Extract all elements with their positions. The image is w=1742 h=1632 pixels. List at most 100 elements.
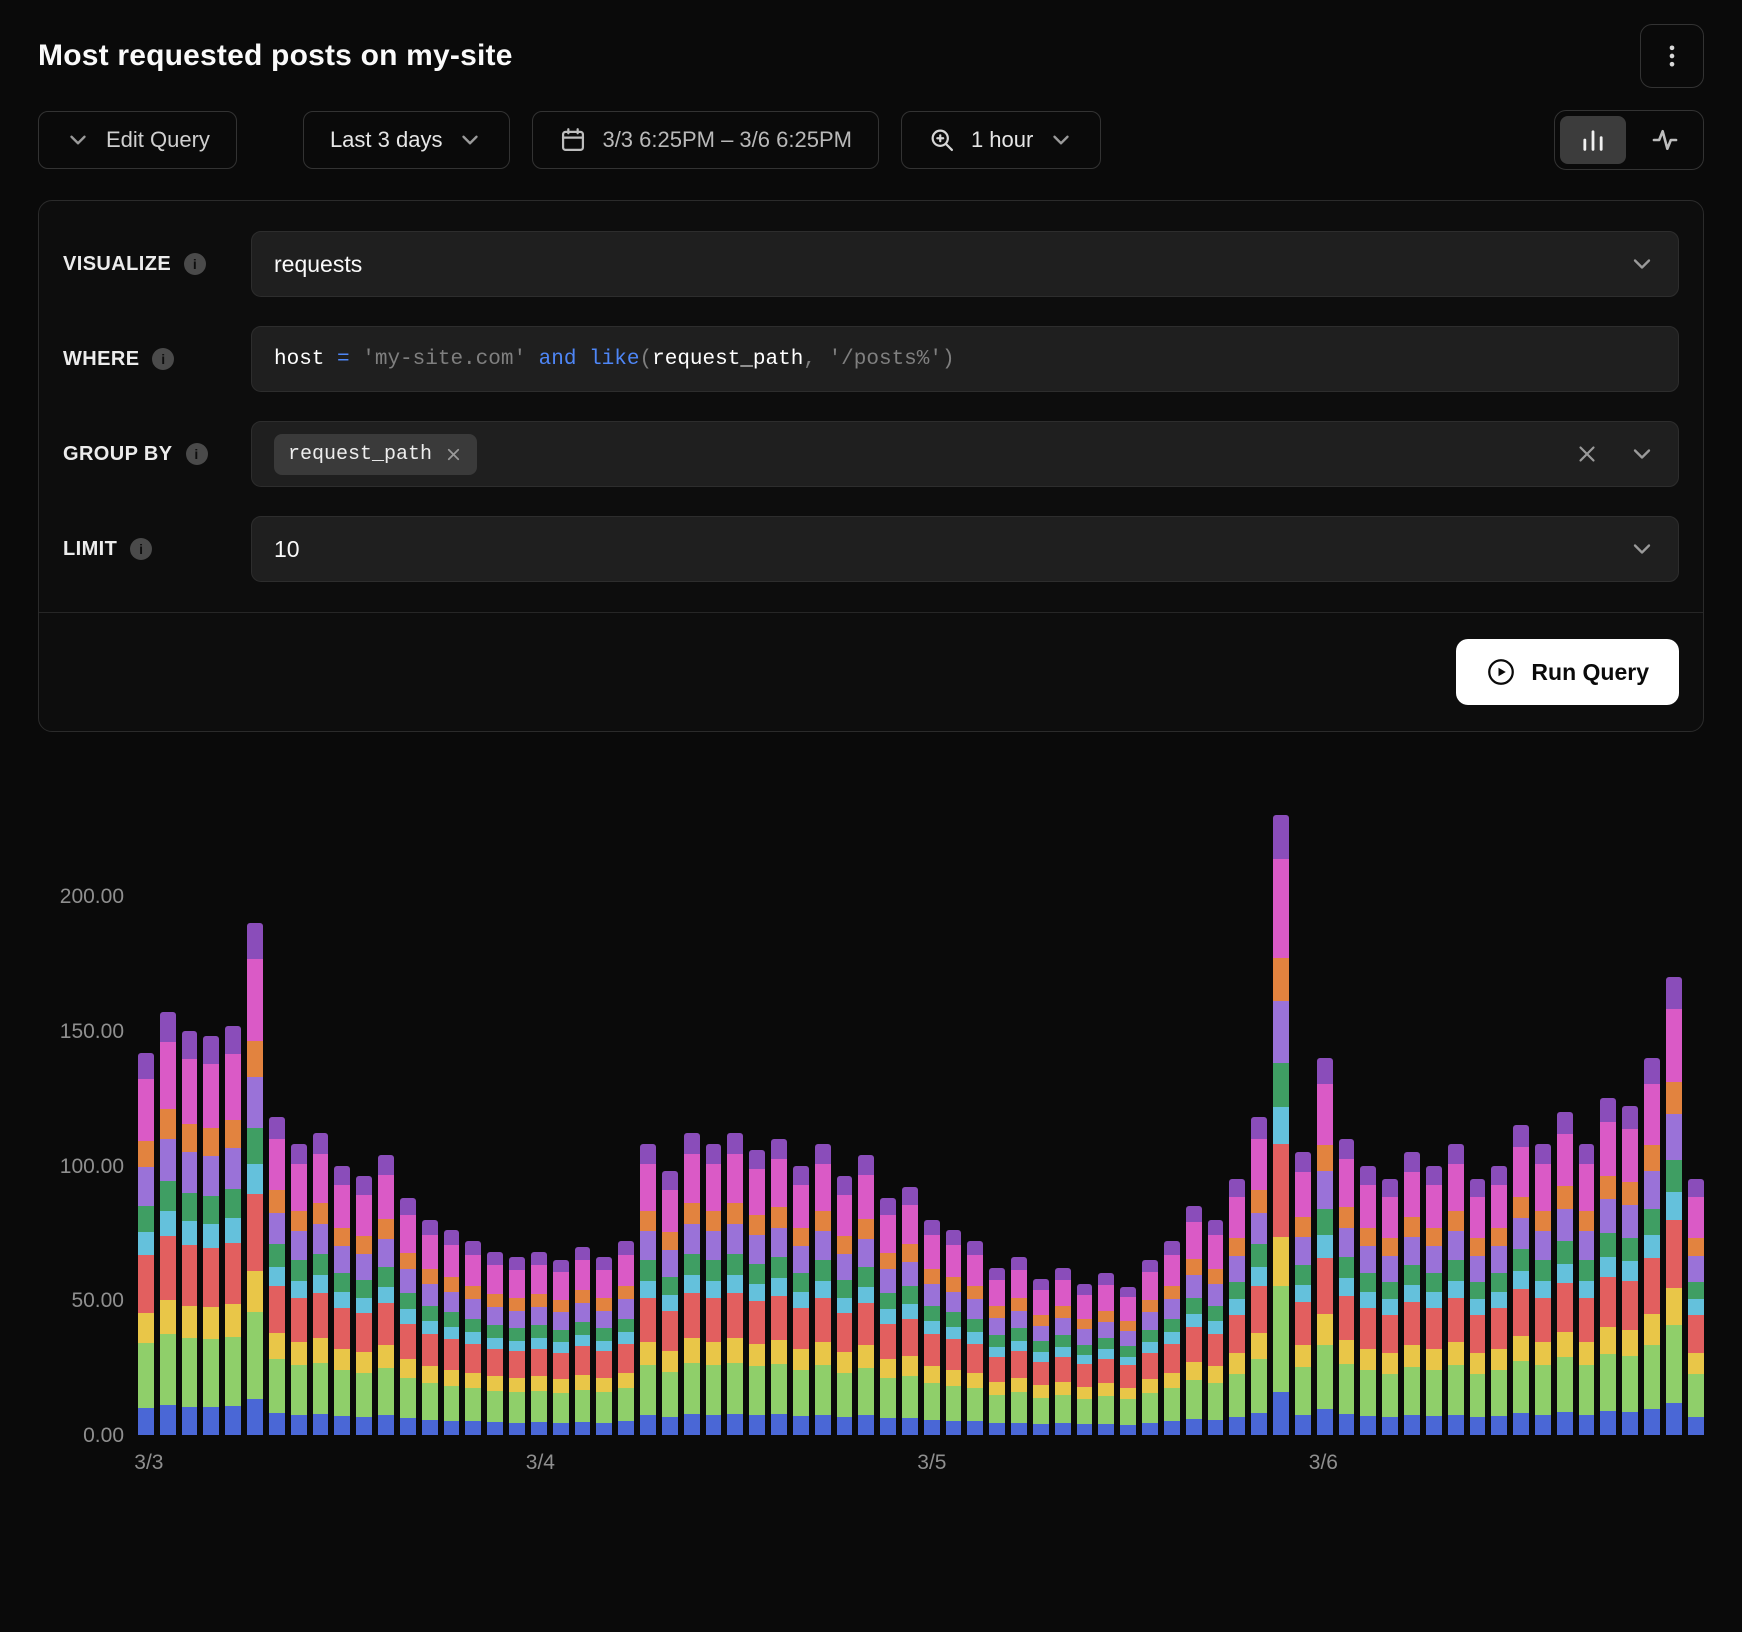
stacked-bar[interactable]: [422, 1220, 438, 1435]
stacked-bar[interactable]: [727, 1133, 743, 1435]
stacked-bar[interactable]: [1491, 1166, 1507, 1435]
date-range-picker[interactable]: 3/3 6:25PM – 3/6 6:25PM: [532, 111, 879, 169]
stacked-bar[interactable]: [793, 1166, 809, 1435]
stacked-bar[interactable]: [1033, 1279, 1049, 1435]
stacked-bar[interactable]: [1600, 1098, 1616, 1435]
stacked-bar[interactable]: [378, 1155, 394, 1435]
stacked-bar[interactable]: [1382, 1179, 1398, 1435]
toolbar: Edit Query Last 3 days 3/3 6:25PM – 3/6 …: [38, 110, 1704, 170]
stacked-bar[interactable]: [924, 1220, 940, 1435]
stacked-bar[interactable]: [1688, 1179, 1704, 1435]
stacked-bar[interactable]: [1360, 1166, 1376, 1435]
stacked-bar[interactable]: [1317, 1058, 1333, 1435]
visualize-select[interactable]: requests: [251, 231, 1679, 297]
bar-segment: [1055, 1423, 1071, 1435]
stacked-bar[interactable]: [1426, 1166, 1442, 1435]
stacked-bar[interactable]: [1229, 1179, 1245, 1435]
stacked-bar[interactable]: [400, 1198, 416, 1435]
bar-segment: [1317, 1084, 1333, 1144]
stacked-bar[interactable]: [1208, 1220, 1224, 1435]
bar-segment: [1448, 1260, 1464, 1280]
stacked-bar[interactable]: [1470, 1179, 1486, 1435]
stacked-bar[interactable]: [531, 1252, 547, 1435]
stacked-bar[interactable]: [1339, 1139, 1355, 1435]
stacked-bar[interactable]: [1142, 1260, 1158, 1435]
stacked-bar[interactable]: [989, 1268, 1005, 1435]
stacked-bar[interactable]: [334, 1166, 350, 1435]
edit-query-button[interactable]: Edit Query: [38, 111, 237, 169]
stacked-bar[interactable]: [465, 1241, 481, 1435]
stacked-bar[interactable]: [1404, 1152, 1420, 1435]
bar-segment: [422, 1366, 438, 1383]
info-icon[interactable]: i: [130, 538, 152, 560]
stacked-bar[interactable]: [1273, 815, 1289, 1435]
stacked-bar[interactable]: [138, 1053, 154, 1435]
kebab-menu-button[interactable]: [1640, 24, 1704, 88]
clear-field-icon[interactable]: [1574, 441, 1600, 467]
stacked-bar[interactable]: [1513, 1125, 1529, 1435]
line-chart-toggle[interactable]: [1632, 116, 1698, 164]
bar-segment: [1404, 1172, 1420, 1217]
stacked-bar[interactable]: [1448, 1144, 1464, 1435]
stacked-bar[interactable]: [291, 1144, 307, 1435]
where-input[interactable]: host = 'my-site.com' and like(request_pa…: [251, 326, 1679, 392]
stacked-bar[interactable]: [1077, 1284, 1093, 1435]
info-icon[interactable]: i: [186, 443, 208, 465]
stacked-bar[interactable]: [706, 1144, 722, 1435]
stacked-bar[interactable]: [967, 1241, 983, 1435]
stacked-bar[interactable]: [356, 1176, 372, 1435]
stacked-bar[interactable]: [815, 1144, 831, 1435]
remove-chip-icon[interactable]: [444, 445, 463, 464]
stacked-bar[interactable]: [662, 1171, 678, 1435]
stacked-bar[interactable]: [749, 1150, 765, 1436]
stacked-bar[interactable]: [1579, 1144, 1595, 1435]
info-icon[interactable]: i: [184, 253, 206, 275]
stacked-bar[interactable]: [946, 1230, 962, 1435]
stacked-bar[interactable]: [247, 923, 263, 1435]
stacked-bar[interactable]: [1295, 1152, 1311, 1435]
stacked-bar[interactable]: [1011, 1257, 1027, 1435]
stacked-bar[interactable]: [596, 1257, 612, 1435]
stacked-bar[interactable]: [1251, 1117, 1267, 1435]
stacked-bar[interactable]: [225, 1026, 241, 1435]
stacked-bar[interactable]: [684, 1133, 700, 1435]
bar-segment: [1295, 1285, 1311, 1302]
stacked-bar[interactable]: [269, 1117, 285, 1435]
stacked-bar[interactable]: [182, 1031, 198, 1435]
stacked-bar[interactable]: [1535, 1144, 1551, 1435]
stacked-bar[interactable]: [1557, 1112, 1573, 1435]
stacked-bar[interactable]: [1622, 1106, 1638, 1435]
stacked-bar[interactable]: [880, 1198, 896, 1435]
stacked-bar[interactable]: [1644, 1058, 1660, 1435]
stacked-bar[interactable]: [1164, 1241, 1180, 1435]
stacked-bar[interactable]: [1055, 1268, 1071, 1435]
stacked-bar[interactable]: [160, 1012, 176, 1435]
time-range-dropdown[interactable]: Last 3 days: [303, 111, 511, 169]
info-icon[interactable]: i: [152, 348, 174, 370]
stacked-bar[interactable]: [444, 1230, 460, 1435]
bar-segment: [465, 1332, 481, 1344]
stacked-bar[interactable]: [1186, 1206, 1202, 1435]
stacked-bar[interactable]: [837, 1176, 853, 1435]
limit-select[interactable]: 10: [251, 516, 1679, 582]
stacked-bar[interactable]: [640, 1144, 656, 1435]
stacked-bar[interactable]: [575, 1247, 591, 1435]
stacked-bar[interactable]: [553, 1260, 569, 1435]
run-query-button[interactable]: Run Query: [1456, 639, 1679, 705]
stacked-bar[interactable]: [313, 1133, 329, 1435]
group-by-chip[interactable]: request_path: [274, 434, 477, 475]
bar-chart-toggle[interactable]: [1560, 116, 1626, 164]
group-by-select[interactable]: request_path: [251, 421, 1679, 487]
stacked-bar[interactable]: [203, 1036, 219, 1435]
stacked-bar[interactable]: [902, 1187, 918, 1435]
stacked-bar[interactable]: [1120, 1287, 1136, 1435]
stacked-bar[interactable]: [1666, 977, 1682, 1435]
stacked-bar[interactable]: [509, 1257, 525, 1435]
stacked-bar[interactable]: [1098, 1273, 1114, 1435]
interval-dropdown[interactable]: 1 hour: [901, 111, 1101, 169]
stacked-bar[interactable]: [487, 1252, 503, 1435]
stacked-bar[interactable]: [771, 1139, 787, 1435]
stacked-bar[interactable]: [618, 1241, 634, 1435]
y-axis-tick: 200.00: [38, 885, 124, 909]
stacked-bar[interactable]: [858, 1155, 874, 1435]
